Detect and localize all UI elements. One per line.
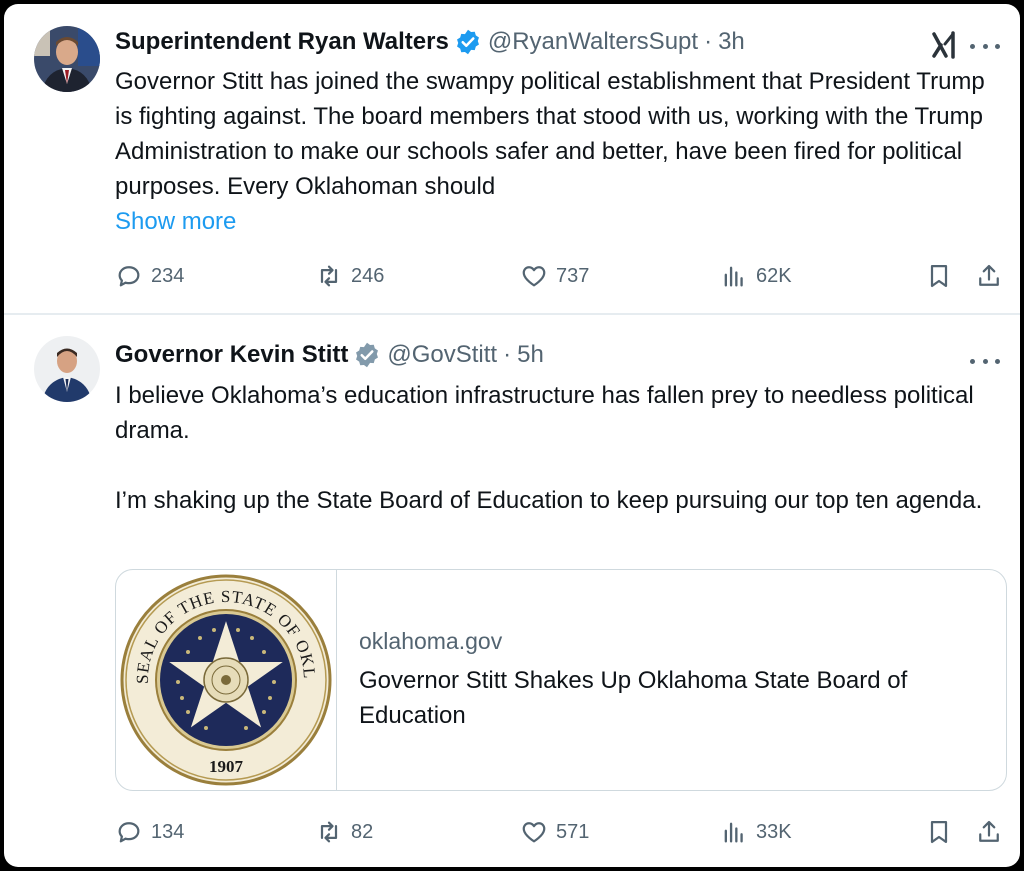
tweet-header: Superintendent Ryan Walters @RyanWalters… [115, 26, 745, 58]
bookmark-icon [930, 820, 948, 844]
tweet[interactable]: Governor Kevin Stitt @GovStitt · 5h I be… [4, 316, 1020, 867]
views-icon [724, 266, 743, 287]
share-button[interactable] [975, 812, 1003, 852]
share-icon [979, 264, 999, 286]
repost-button[interactable]: 82 [315, 812, 373, 852]
bookmark-button[interactable] [925, 812, 953, 852]
share-button[interactable] [975, 256, 1003, 296]
more-icon[interactable] [970, 36, 1000, 56]
reply-button[interactable]: 134 [115, 812, 184, 852]
action-bar: 234 246 737 62K [115, 256, 1007, 296]
timeline: Superintendent Ryan Walters @RyanWalters… [4, 4, 1020, 867]
author-name[interactable]: Governor Kevin Stitt [115, 341, 348, 369]
separator: · [503, 341, 512, 368]
like-button[interactable]: 571 [520, 812, 589, 852]
author-handle[interactable]: @GovStitt [387, 341, 497, 369]
timestamp[interactable]: 3h [718, 28, 745, 56]
card-text: oklahoma.gov Governor Stitt Shakes Up Ok… [337, 570, 979, 790]
timestamp[interactable]: 5h [517, 341, 544, 369]
separator: · [704, 28, 713, 55]
tweet-text: I believe Oklahoma’s education infrastru… [115, 378, 1005, 518]
verified-badge-icon [356, 342, 379, 368]
seal-year: 1907 [209, 757, 244, 776]
like-count: 737 [556, 264, 590, 287]
card-domain: oklahoma.gov [359, 627, 503, 654]
avatar[interactable] [34, 26, 100, 92]
repost-icon [320, 265, 338, 287]
link-card[interactable]: GREAT SEAL OF THE STATE OF OKLAHOMA 1907 [115, 569, 1007, 791]
repost-button[interactable]: 246 [315, 256, 384, 296]
avatar[interactable] [34, 336, 100, 402]
reply-button[interactable]: 234 [115, 256, 184, 296]
bookmark-button[interactable] [925, 256, 953, 296]
like-icon [522, 266, 546, 287]
reply-count: 234 [151, 264, 185, 287]
tweet-paragraph: I’m shaking up the State Board of Educat… [115, 487, 983, 514]
views-button[interactable]: 33K [720, 812, 792, 852]
repost-count: 246 [351, 264, 385, 287]
author-handle[interactable]: @RyanWaltersSupt [488, 28, 698, 56]
card-image: GREAT SEAL OF THE STATE OF OKLAHOMA 1907 [116, 570, 337, 790]
repost-count: 82 [351, 820, 374, 843]
tweet[interactable]: Superintendent Ryan Walters @RyanWalters… [4, 4, 1020, 314]
more-icon[interactable] [970, 351, 1000, 371]
views-count: 62K [756, 264, 792, 287]
like-icon [522, 822, 546, 843]
views-button[interactable]: 62K [720, 256, 792, 296]
divider [4, 313, 1020, 315]
tweet-header: Governor Kevin Stitt @GovStitt · 5h [115, 339, 544, 371]
grok-icon[interactable] [930, 30, 960, 60]
verified-badge-icon [456, 29, 479, 55]
tweet-paragraph: I believe Oklahoma’s education infrastru… [115, 382, 974, 444]
author-name[interactable]: Superintendent Ryan Walters [115, 28, 449, 56]
share-icon [979, 820, 999, 842]
views-icon [724, 822, 743, 843]
reply-count: 134 [151, 820, 185, 843]
state-seal-icon: GREAT SEAL OF THE STATE OF OKLAHOMA 1907 [118, 572, 332, 786]
reply-icon [118, 266, 140, 287]
action-bar: 134 82 571 33K [115, 812, 1007, 852]
tweet-body: Governor Stitt has joined the swampy pol… [115, 68, 985, 200]
views-count: 33K [756, 820, 792, 843]
like-count: 571 [556, 820, 590, 843]
card-title[interactable]: Governor Stitt Shakes Up Oklahoma State … [359, 663, 979, 733]
tweet-text: Governor Stitt has joined the swampy pol… [115, 64, 1005, 239]
show-more-link[interactable]: Show more [115, 204, 1005, 239]
bookmark-icon [930, 264, 948, 288]
like-button[interactable]: 737 [520, 256, 589, 296]
repost-icon [320, 821, 338, 843]
reply-icon [118, 822, 140, 843]
